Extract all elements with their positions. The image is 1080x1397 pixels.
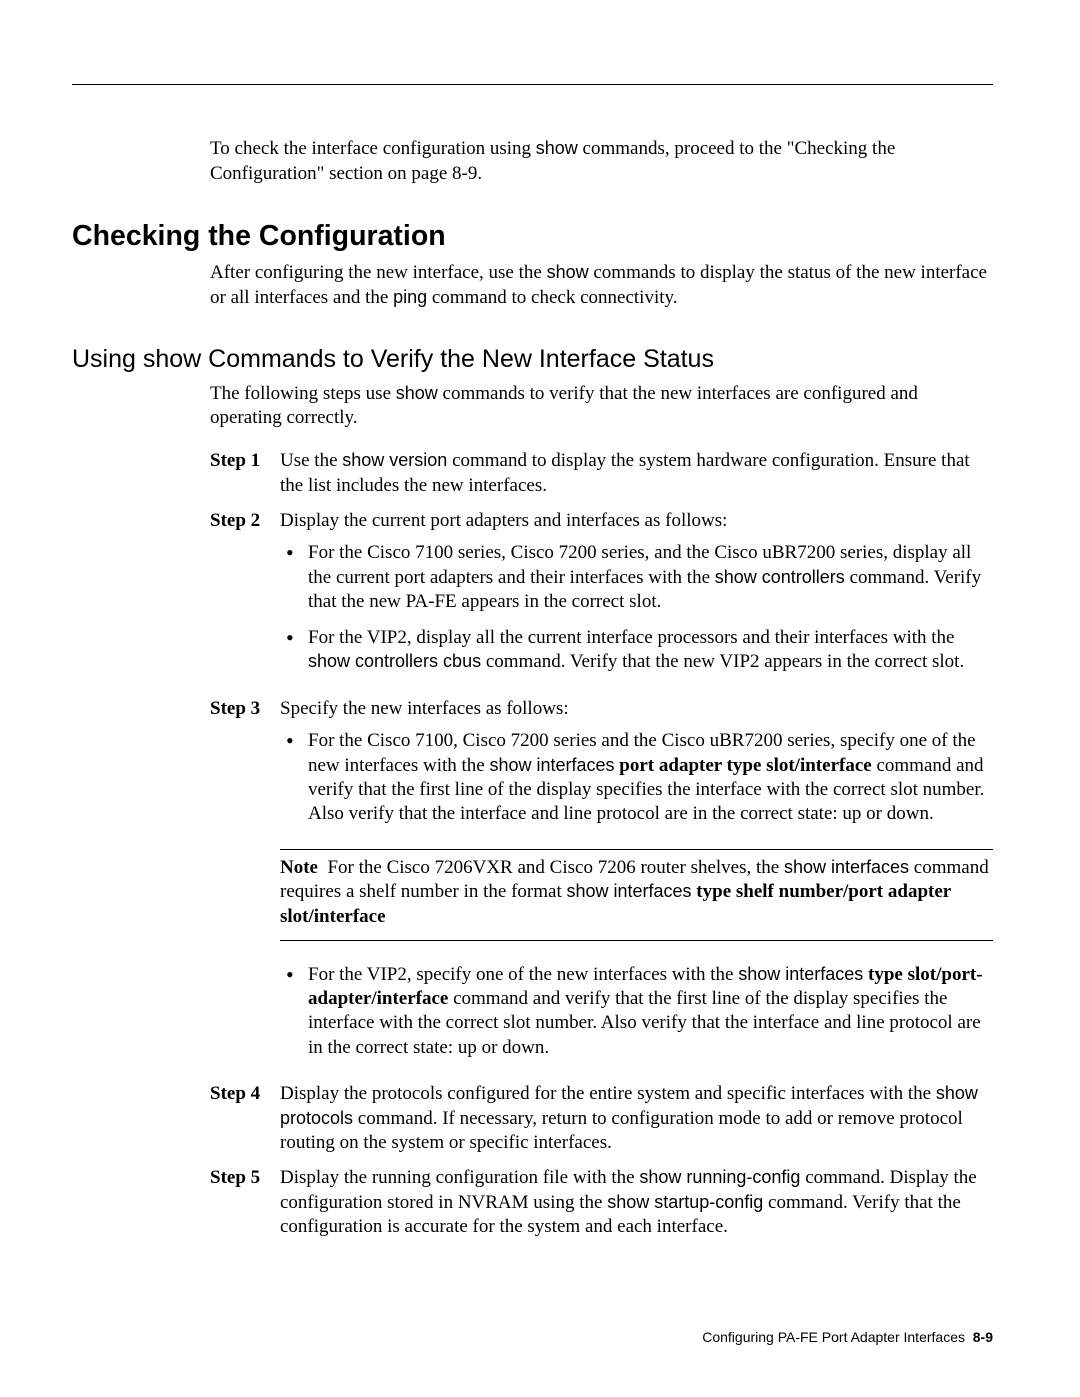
heading-using-show-commands: Using show Commands to Verify the New In… [72,345,993,374]
step-2-label: Step 2 [210,509,280,687]
s3b1-arg: port adapter type slot/interface [615,755,872,776]
document-page: To check the interface configuration usi… [0,0,1080,1397]
footer-page-number: 8-9 [973,1329,993,1345]
step-5: Step 5 Display the running configuration… [210,1166,993,1240]
note-a: For the Cisco 7206VXR and Cisco 7206 rou… [327,857,783,878]
s2b2-b: command. Verify that the new VIP2 appear… [481,651,964,672]
after-h1-c: command to check connectivity. [427,287,677,308]
show-running-config-command: show running-conﬁg [639,1167,800,1187]
step-3-text: Specify the new interfaces as follows: [280,698,569,719]
step-5-body: Display the running configuration file w… [280,1166,993,1240]
after-h2-paragraph: The following steps use show commands to… [210,382,993,431]
show-command: show [536,138,578,158]
step-4-body: Display the protocols configured for the… [280,1082,993,1156]
step-3-bullet-1: For the Cisco 7100, Cisco 7200 series an… [280,729,993,826]
step-3-bullet-2: For the VIP2, specify one of the new int… [280,963,993,1060]
step-1: Step 1 Use the show version command to d… [210,449,993,498]
show-interfaces-command: show interfaces [489,755,614,775]
show-command: show [396,383,438,403]
intro-text-a: To check the interface configuration usi… [210,138,536,159]
show-interfaces-command: show interfaces [566,881,691,901]
step-2-bullet-2: For the VIP2, display all the current in… [280,626,993,675]
step-3-body: Specify the new interfaces as follows: F… [280,697,993,1072]
s5-a: Display the running configuration file w… [280,1167,639,1188]
step-1-body: Use the show version command to display … [280,449,993,498]
after-h1-a: After configuring the new interface, use… [210,262,547,283]
note-block: Note For the Cisco 7206VXR and Cisco 720… [280,849,993,941]
note-label: Note [280,857,318,878]
step-4-label: Step 4 [210,1082,280,1156]
step-4: Step 4 Display the protocols configured … [210,1082,993,1156]
after-h2-a: The following steps use [210,383,396,404]
footer-title: Configuring PA-FE Port Adapter Interface… [702,1329,965,1345]
show-command: show [547,262,589,282]
s3b2-a: For the VIP2, specify one of the new int… [308,964,738,985]
note-rule-top [280,849,993,850]
step-3-bullets-bottom: For the VIP2, specify one of the new int… [280,963,993,1060]
ping-command: ping [393,287,427,307]
show-interfaces-command: show interfaces [738,964,863,984]
after-h1-paragraph: After configuring the new interface, use… [210,261,993,310]
note-rule-bottom [280,940,993,941]
s2b2-a: For the VIP2, display all the current in… [308,627,955,648]
step-2-bullet-1: For the Cisco 7100 series, Cisco 7200 se… [280,541,993,614]
step-3: Step 3 Specify the new interfaces as fol… [210,697,993,1072]
step-5-label: Step 5 [210,1166,280,1240]
step-2-body: Display the current port adapters and in… [280,509,993,687]
step-2-bullets: For the Cisco 7100 series, Cisco 7200 se… [280,541,993,675]
s4-a: Display the protocols configured for the… [280,1083,936,1104]
step-2-text: Display the current port adapters and in… [280,510,727,531]
step-3-label: Step 3 [210,697,280,1072]
show-controllers-command: show controllers [715,567,845,587]
show-controllers-cbus-command: show controllers cbus [308,651,481,671]
header-rule [72,84,993,85]
page-footer: Configuring PA-FE Port Adapter Interface… [702,1329,993,1345]
show-version-command: show version [342,450,447,470]
s4-b: command. If necessary, return to configu… [280,1108,963,1154]
step-3-bullets-top: For the Cisco 7100, Cisco 7200 series an… [280,729,993,826]
intro-paragraph: To check the interface configuration usi… [210,137,993,186]
heading-checking-configuration: Checking the Configuration [72,220,993,253]
step-1-a: Use the [280,450,342,471]
show-interfaces-command: show interfaces [784,857,909,877]
step-2: Step 2 Display the current port adapters… [210,509,993,687]
step-1-label: Step 1 [210,449,280,498]
show-startup-config-command: show startup-conﬁg [607,1192,763,1212]
